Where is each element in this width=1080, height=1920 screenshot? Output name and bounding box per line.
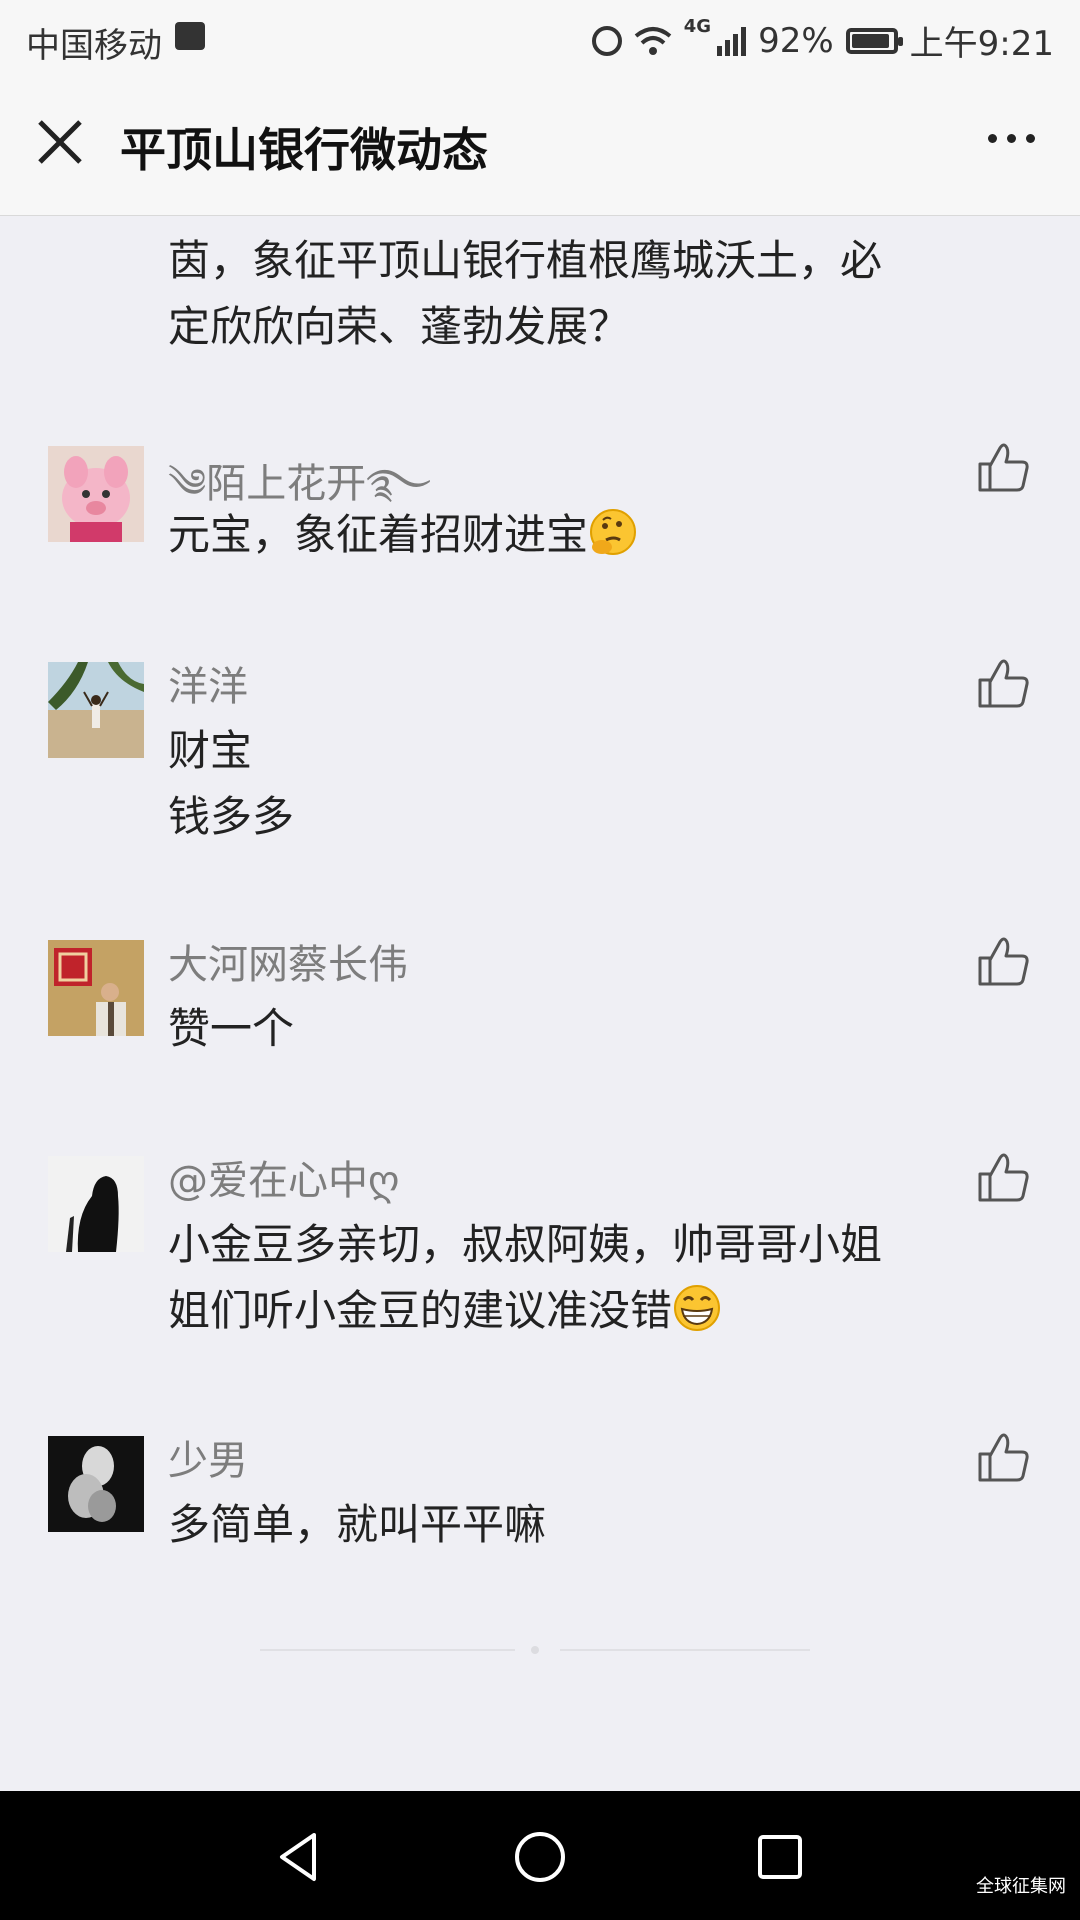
status-bar: 中国移动 4G 92% 上午9:21 (0, 0, 1080, 76)
like-button[interactable] (976, 1150, 1032, 1206)
activity-icon (175, 22, 205, 50)
like-button[interactable] (976, 656, 1032, 712)
comment-text-partial: 茵，象征平顶山银行植根鹰城沃土，必 定欣欣向荣、蓬勃发展？ (168, 236, 883, 351)
close-icon[interactable] (36, 118, 84, 166)
battery-fill (851, 33, 889, 48)
comment-text: 财宝 钱多多 (168, 726, 295, 841)
avatar[interactable] (48, 446, 144, 542)
comment-author[interactable]: 大河网蔡长伟 (168, 932, 408, 990)
watermark: 全球征集网 (976, 1876, 1066, 1897)
recents-icon[interactable] (750, 1827, 810, 1887)
wifi-icon (634, 26, 672, 56)
avatar[interactable] (48, 662, 144, 758)
list-end-divider (260, 1646, 810, 1654)
comment-author[interactable]: 洋洋 (168, 654, 248, 712)
like-button[interactable] (976, 934, 1032, 990)
comment-text: 元宝，象征着招财进宝 (168, 502, 1028, 568)
carrier-label: 中国移动 (26, 26, 162, 66)
more-icon[interactable] (988, 128, 1044, 148)
page-title: 平顶山银行微动态 (120, 123, 488, 177)
clock: 上午9:21 (909, 24, 1054, 64)
signal-icon (717, 26, 747, 56)
avatar[interactable] (48, 1156, 144, 1252)
status-icons: 4G 92% 上午9:21 (591, 16, 1054, 65)
network-type: 4G (683, 16, 712, 37)
comment-author[interactable]: @爱在心中ღ (168, 1148, 399, 1206)
grinning-face-icon (672, 1283, 722, 1333)
thinking-face-icon (588, 507, 638, 557)
comment-text: 多简单，就叫平平嘛 (168, 1500, 547, 1549)
avatar[interactable] (48, 940, 144, 1036)
battery-icon (845, 27, 903, 54)
like-button[interactable] (976, 440, 1032, 496)
avatar[interactable] (48, 1436, 144, 1532)
like-button[interactable] (976, 1430, 1032, 1486)
alarm-icon (591, 25, 622, 56)
title-bar: 平顶山银行微动态 (0, 76, 1080, 216)
system-nav-bar: 全球征集网 (0, 1791, 1080, 1920)
comment-author[interactable]: 少男 (168, 1428, 248, 1486)
comment-text: 小金豆多亲切，叔叔阿姨，帅哥哥小姐 姐们听小金豆的建议准没错 (168, 1220, 883, 1335)
back-icon[interactable] (270, 1827, 330, 1887)
battery-percent: 92% (758, 20, 834, 61)
comment-text: 赞一个 (168, 1004, 295, 1053)
home-icon[interactable] (510, 1827, 570, 1887)
comment-list[interactable]: 茵，象征平顶山银行植根鹰城沃土，必 定欣欣向荣、蓬勃发展？ ༄陌上花开࿐ 元宝，… (0, 216, 1080, 1791)
